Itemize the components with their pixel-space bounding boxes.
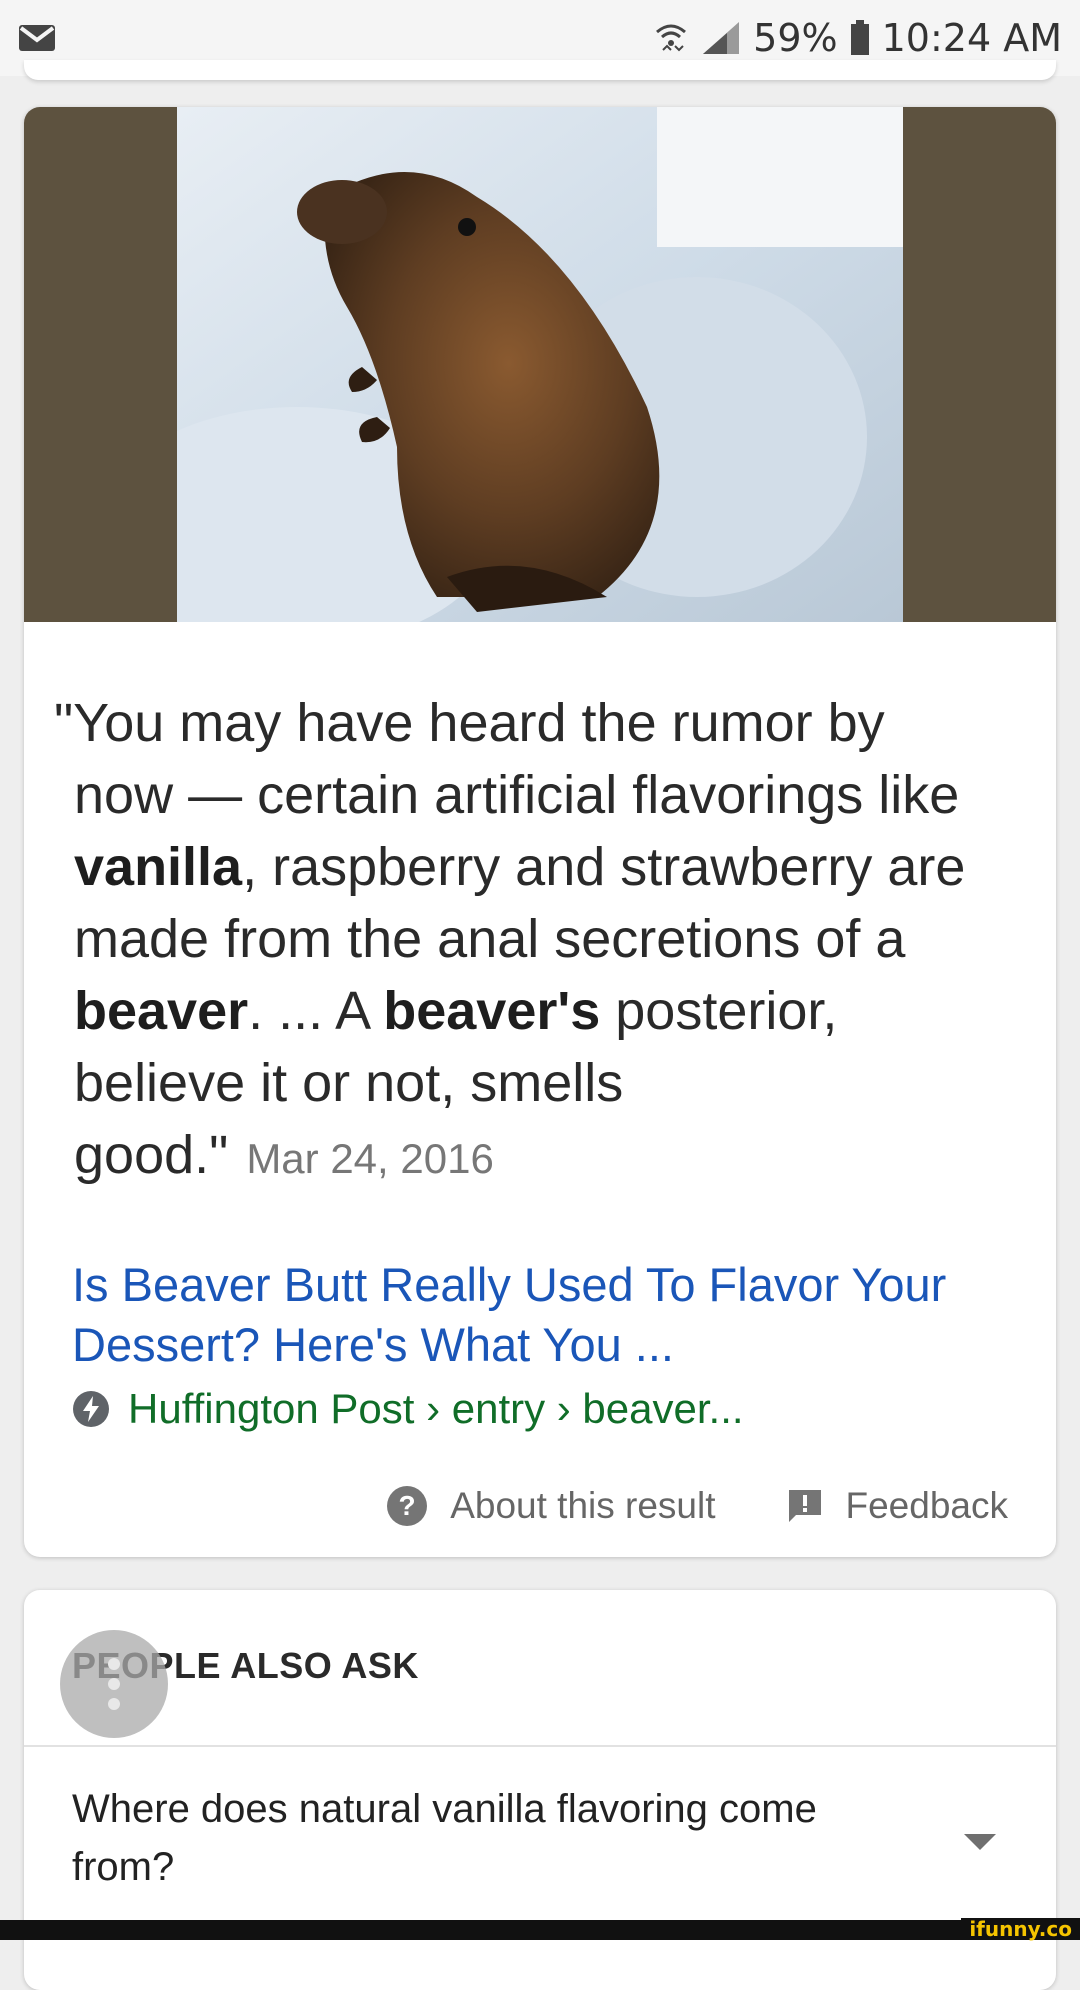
snippet-text: "You may have heard the rumor by now — c… bbox=[54, 693, 966, 1185]
previous-card-edge bbox=[24, 60, 1056, 80]
signal-icon bbox=[703, 22, 740, 54]
menu-dot bbox=[108, 1698, 120, 1710]
paa-question[interactable]: Where does natural vanilla flavoring com… bbox=[72, 1780, 892, 1896]
feedback-label: Feedback bbox=[845, 1485, 1009, 1526]
menu-dot bbox=[108, 1658, 120, 1670]
beaver-photo[interactable] bbox=[177, 107, 903, 622]
battery-percent: 59% bbox=[753, 16, 838, 60]
battery-icon bbox=[850, 20, 869, 55]
about-label: About this result bbox=[450, 1485, 716, 1526]
card-footer: ? About this result Feedback bbox=[386, 1485, 1008, 1527]
featured-snippet-card: "You may have heard the rumor by now — c… bbox=[24, 107, 1056, 1557]
snippet-date: Mar 24, 2016 bbox=[246, 1135, 494, 1182]
status-right: 59% 10:24 AM bbox=[653, 16, 1062, 60]
source-breadcrumb: Huffington Post › entry › beaver... bbox=[128, 1385, 744, 1432]
svg-text:?: ? bbox=[399, 1490, 416, 1521]
chevron-down-icon[interactable] bbox=[962, 1832, 998, 1852]
wifi-icon bbox=[656, 24, 687, 52]
watermark-logo: ifunny.co bbox=[961, 1918, 1080, 1940]
floating-menu-button[interactable] bbox=[60, 1630, 168, 1738]
result-source[interactable]: Huffington Post › entry › beaver... bbox=[72, 1385, 744, 1433]
about-this-result-button[interactable]: ? About this result bbox=[386, 1485, 716, 1527]
bottom-bar bbox=[0, 1920, 1080, 1940]
help-circle-icon: ? bbox=[387, 1486, 428, 1526]
mail-icon bbox=[19, 25, 55, 51]
feedback-button[interactable]: Feedback bbox=[786, 1485, 1009, 1527]
snippet-image-frame[interactable] bbox=[24, 107, 1056, 622]
divider bbox=[24, 1745, 1056, 1747]
feedback-icon bbox=[788, 1490, 821, 1522]
result-title-link[interactable]: Is Beaver Butt Really Used To Flavor You… bbox=[72, 1255, 1032, 1375]
menu-dot bbox=[108, 1678, 120, 1690]
amp-lightning-icon bbox=[73, 1391, 109, 1427]
clock: 10:24 AM bbox=[881, 16, 1062, 60]
